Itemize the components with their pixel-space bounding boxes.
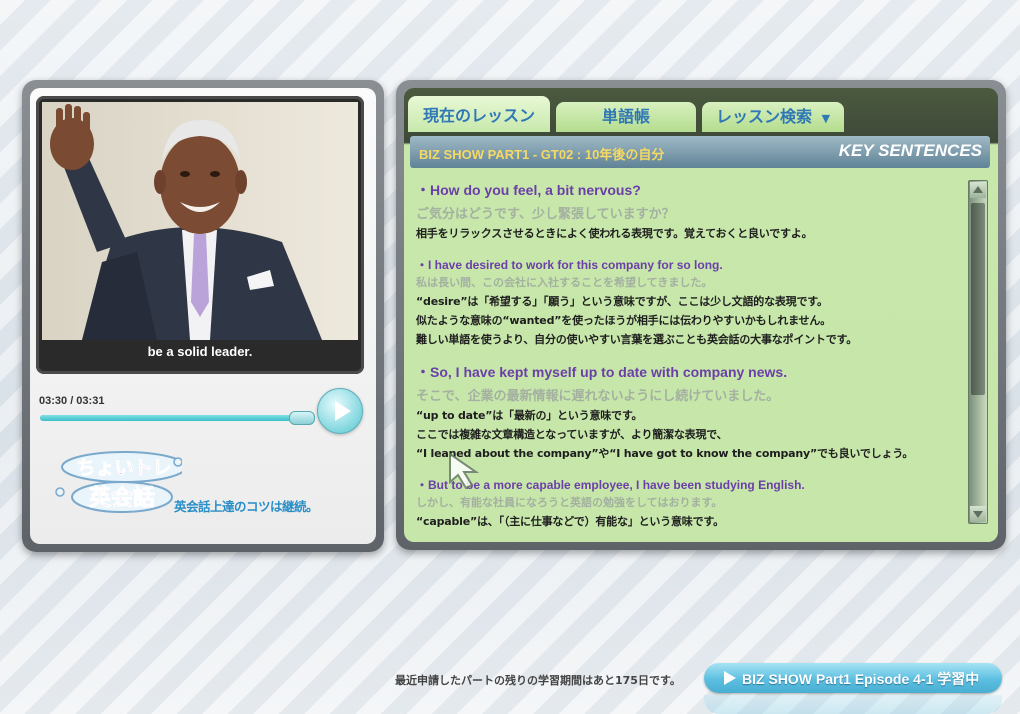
sentence-note: ここでは複雑な文章構造となっていますが、より簡潔な表現で、 xyxy=(416,428,728,441)
sentence-note: 難しい単語を使うより、自分の使いやすい言葉を選ぶことも英会話の大事なポイントです… xyxy=(416,333,858,346)
sentence-note: “up to date”は「最新の」という意味です。 xyxy=(416,409,643,422)
sentence-note: 相手をリラックスさせるときによく使われる表現です。覚えておくと良いですよ。 xyxy=(416,227,813,240)
sentence-note: “capable”は、「（主に仕事などで）有能な」という意味です。 xyxy=(416,515,724,528)
button-reflection xyxy=(704,695,1002,714)
lesson-header: BIZ SHOW PART1 - GT02 : 10年後の自分 KEY SENT… xyxy=(410,136,990,168)
scroll-down-button[interactable] xyxy=(970,506,986,522)
sentence-entry: ・So, I have kept myself up to date with … xyxy=(416,362,954,461)
tab-lesson-search-label: レッスン検索 xyxy=(715,107,812,126)
sentence-entry: ・I have desired to work for this company… xyxy=(416,256,954,347)
video-image xyxy=(42,102,358,340)
progress-handle[interactable] xyxy=(289,411,316,425)
sentence-english: ・I have desired to work for this company… xyxy=(416,258,723,272)
progress-fill xyxy=(40,415,302,421)
scroll-down-icon xyxy=(973,511,983,518)
current-episode-label: BIZ SHOW Part1 Episode 4-1 学習中 xyxy=(742,671,980,687)
app-logo: ちょいトレ 英会話 英会話上達のコツは継続。 xyxy=(52,450,342,520)
content-scrollbar[interactable] xyxy=(968,180,988,524)
sentence-japanese: ご気分はどうです、少し緊張していますか？ xyxy=(416,207,675,222)
mouse-cursor-icon xyxy=(449,452,480,490)
key-sentences-list: ・How do you feel, a bit nervous? ご気分はどうで… xyxy=(416,180,954,530)
video-frame[interactable]: be a solid leader. xyxy=(36,96,364,374)
logo-graphic: ちょいトレ 英会話 xyxy=(55,451,187,513)
sentence-japanese: そこで、企業の最新情報に遅れないようにし続けていました。 xyxy=(416,389,780,404)
play-icon xyxy=(335,401,351,421)
scroll-up-icon xyxy=(973,186,983,193)
tab-current-lesson[interactable]: 現在のレッスン xyxy=(408,96,550,132)
tab-lesson-search[interactable]: レッスン検索 ▼ xyxy=(702,102,844,132)
video-player-panel: be a solid leader. 03:30 / 03:31 ちょいトレ 英… xyxy=(22,80,384,552)
section-title: KEY SENTENCES xyxy=(838,141,982,160)
sentence-english: ・How do you feel, a bit nervous? xyxy=(416,182,641,198)
sentence-japanese: 私は長い間、この会社に入社することを希望してきました。 xyxy=(416,276,713,289)
lesson-title: BIZ SHOW PART1 - GT02 : 10年後の自分 xyxy=(419,147,665,162)
lesson-panel-body: 現在のレッスン 単語帳 レッスン検索 ▼ BIZ SHOW PART1 - GT… xyxy=(404,88,998,542)
video-caption: be a solid leader. xyxy=(147,344,253,359)
tab-vocabulary[interactable]: 単語帳 xyxy=(556,102,696,132)
scroll-up-button[interactable] xyxy=(970,182,986,198)
sentence-english: ・So, I have kept myself up to date with … xyxy=(416,364,788,380)
logo-title-line2: 英会話 xyxy=(89,485,155,511)
play-icon xyxy=(724,671,736,685)
scroll-thumb[interactable] xyxy=(971,203,985,395)
progress-bar[interactable] xyxy=(40,411,316,425)
sentence-entry: ・But to be a more capable employee, I ha… xyxy=(416,476,954,529)
sentence-english: ・But to be a more capable employee, I ha… xyxy=(416,478,805,492)
current-episode-button[interactable]: BIZ SHOW Part1 Episode 4-1 学習中 xyxy=(704,663,1002,693)
logo-tagline: 英会話上達のコツは継続。 xyxy=(174,499,319,514)
video-player-body: be a solid leader. 03:30 / 03:31 ちょいトレ 英… xyxy=(30,88,376,544)
remaining-days-notice: 最近申請したパートの残りの学習期間はあと175日です。 xyxy=(395,674,681,687)
playback-time: 03:30 / 03:31 xyxy=(39,395,105,407)
lesson-panel: 現在のレッスン 単語帳 レッスン検索 ▼ BIZ SHOW PART1 - GT… xyxy=(396,80,1006,550)
logo-title-line1: ちょいトレ xyxy=(76,457,171,479)
sentence-note: “I leaned about the company”や“I have got… xyxy=(416,447,914,460)
dropdown-arrow-icon: ▼ xyxy=(821,112,831,125)
play-button[interactable] xyxy=(317,388,363,434)
sentence-note: “desire”は「希望する」「願う」という意味ですが、ここは少し文語的な表現で… xyxy=(416,295,828,308)
sentence-note: 似たような意味の“wanted”を使ったほうが相手には伝わりやすいかもしれません… xyxy=(416,314,831,327)
sentence-japanese: しかし、有能な社員になろうと英語の勉強をしてはおります。 xyxy=(416,496,723,509)
sentence-entry: ・How do you feel, a bit nervous? ご気分はどうで… xyxy=(416,180,954,241)
